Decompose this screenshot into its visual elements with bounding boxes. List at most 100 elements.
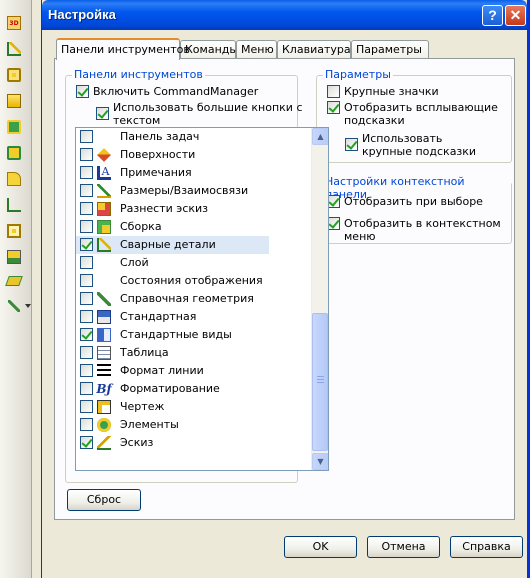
reset-button[interactable]: Сброс	[67, 489, 141, 511]
toolbar-list-item[interactable]: Bƒ Форматирование	[76, 380, 269, 398]
toolbar-list-item[interactable]: Слой	[76, 254, 269, 272]
toolbar-item-label: Размеры/Взаимосвязи	[120, 184, 249, 197]
tab-options[interactable]: Параметры	[351, 40, 429, 59]
cancel-button[interactable]: Отмена	[367, 536, 440, 558]
toolbar-item-checkbox[interactable]	[80, 238, 93, 251]
toolbar-item-checkbox[interactable]	[80, 148, 93, 161]
toolbar-list-item[interactable]: Эскиз	[76, 434, 269, 452]
scroll-thumb[interactable]	[312, 313, 328, 451]
move-entities-icon[interactable]	[5, 92, 23, 110]
layer-icon	[97, 256, 111, 270]
use-large-buttons-checkbox[interactable]	[96, 107, 109, 120]
show-tooltips-label-line2: подсказки	[344, 114, 405, 127]
toolbar-item-checkbox[interactable]	[80, 346, 93, 359]
toolbar-list-item[interactable]: Сварные детали	[76, 236, 269, 254]
display-states-icon	[97, 274, 111, 288]
toolbar-item-checkbox[interactable]	[80, 310, 93, 323]
toolbars-group-title: Панели инструментов	[72, 68, 205, 81]
sketch-tool-icon[interactable]	[5, 40, 23, 58]
toolbar-item-checkbox[interactable]	[80, 436, 93, 449]
standard-views-icon	[97, 328, 111, 342]
toolbar-item-checkbox[interactable]	[80, 256, 93, 269]
toolbar-item-checkbox[interactable]	[80, 328, 93, 341]
ok-button[interactable]: OK	[284, 536, 357, 558]
toolbar-item-checkbox[interactable]	[80, 184, 93, 197]
tab-keyboard[interactable]: Клавиатура	[277, 40, 351, 59]
large-icons-checkbox[interactable]	[327, 85, 340, 98]
dropdown-arrow-icon[interactable]	[24, 297, 32, 315]
extrude-icon[interactable]	[5, 66, 23, 84]
tab-toolbars[interactable]: Панели инструментов	[56, 38, 190, 60]
scroll-down-button[interactable]: ▼	[312, 453, 328, 470]
toolbars-listbox[interactable]: Панель задач Поверхности A Примечания Размер…	[75, 127, 329, 471]
dimensions-icon	[97, 184, 111, 198]
large-icons-option[interactable]: Крупные значки	[327, 85, 439, 98]
toolbar-item-checkbox[interactable]	[80, 166, 93, 179]
toolbar-list-item[interactable]: Сборка	[76, 218, 269, 236]
help-button[interactable]: Справка	[450, 536, 523, 558]
enable-commandmanager-checkbox[interactable]	[76, 85, 89, 98]
show-on-selection-option[interactable]: Отобразить при выборе	[327, 195, 483, 208]
revolve-icon[interactable]	[5, 118, 23, 136]
toolbar-item-label: Слой	[120, 256, 149, 269]
title-bar[interactable]: Настройка ? ✕	[42, 0, 527, 30]
reference-geometry-tool-icon[interactable]	[5, 297, 23, 315]
toolbar-item-checkbox[interactable]	[80, 364, 93, 377]
show-tooltips-label-line1: Отобразить всплывающие	[344, 101, 498, 114]
toolbar-item-checkbox[interactable]	[80, 400, 93, 413]
toolbar-item-checkbox[interactable]	[80, 220, 93, 233]
toolbar-list-item[interactable]: Стандартная	[76, 308, 269, 326]
toolbar-item-label: Панель задач	[120, 130, 200, 143]
linear-pattern-icon[interactable]	[5, 248, 23, 266]
3d-sketch-icon[interactable]: 3D	[5, 14, 23, 32]
toolbar-item-checkbox[interactable]	[80, 274, 93, 287]
toolbar-list-item[interactable]: Стандартные виды	[76, 326, 269, 344]
large-tooltips-option[interactable]: Использовать крупные подсказки	[345, 132, 476, 158]
smart-dimension-icon[interactable]	[5, 196, 23, 214]
toolbar-item-checkbox[interactable]	[80, 292, 93, 305]
toolbar-item-checkbox[interactable]	[80, 382, 93, 395]
toolbar-list-item[interactable]: Чертеж	[76, 398, 269, 416]
use-large-buttons-label: Использовать большие кнопки с текстом	[113, 101, 303, 127]
toolbar-item-checkbox[interactable]	[80, 202, 93, 215]
left-command-toolbar: 3D	[0, 0, 32, 578]
reference-geometry-icon	[97, 292, 111, 306]
show-in-context-menu-option[interactable]: Отобразить в контекстном меню	[327, 217, 514, 243]
toolbar-list-item[interactable]: Поверхности	[76, 146, 269, 164]
use-large-buttons-label-line1: Использовать большие кнопки с	[113, 101, 303, 114]
features-icon	[97, 418, 111, 432]
toolbar-item-label: Стандартная	[120, 310, 197, 323]
tab-menu[interactable]: Меню	[236, 40, 277, 59]
cut-extrude-icon[interactable]	[5, 144, 23, 162]
toolbar-list-item[interactable]: Панель задач	[76, 128, 269, 146]
standard-icon	[97, 310, 111, 324]
toolbar-item-checkbox[interactable]	[80, 418, 93, 431]
toolbar-list-item[interactable]: Состояния отображения	[76, 272, 269, 290]
toolbar-list-item[interactable]: Элементы	[76, 416, 269, 434]
annotations-icon: A	[97, 165, 111, 180]
toolbar-list-item[interactable]: Формат линии	[76, 362, 269, 380]
scroll-up-button[interactable]: ▲	[312, 128, 328, 145]
toolbar-list-item[interactable]: Размеры/Взаимосвязи	[76, 182, 269, 200]
show-tooltips-option[interactable]: Отобразить всплывающие подсказки	[327, 101, 498, 127]
fillet-icon[interactable]	[5, 170, 23, 188]
toolbar-list-item[interactable]: Таблица	[76, 344, 269, 362]
dialog-title: Настройка	[48, 7, 116, 22]
toolbar-list-item[interactable]: A Примечания	[76, 164, 269, 182]
shell-icon[interactable]	[5, 222, 23, 240]
use-large-buttons-option[interactable]: Использовать большие кнопки с текстом	[96, 101, 303, 127]
close-button[interactable]: ✕	[505, 5, 526, 26]
show-tooltips-checkbox[interactable]	[327, 101, 340, 114]
enable-commandmanager-option[interactable]: Включить CommandManager	[76, 85, 258, 98]
large-tooltips-checkbox[interactable]	[345, 138, 358, 151]
toolbar-item-label: Форматирование	[120, 382, 220, 395]
vertical-scrollbar[interactable]: ▲ ▼	[311, 128, 328, 470]
toolbar-item-checkbox[interactable]	[80, 130, 93, 143]
thumb-grip-line	[317, 382, 324, 383]
help-title-button[interactable]: ?	[482, 5, 503, 26]
show-in-context-menu-label: Отобразить в контекстном меню	[344, 217, 501, 243]
large-icons-label: Крупные значки	[344, 85, 439, 98]
wrap-icon[interactable]	[5, 272, 23, 290]
toolbar-list-item[interactable]: Справочная геометрия	[76, 290, 269, 308]
toolbar-list-item[interactable]: Разнести эскиз	[76, 200, 269, 218]
